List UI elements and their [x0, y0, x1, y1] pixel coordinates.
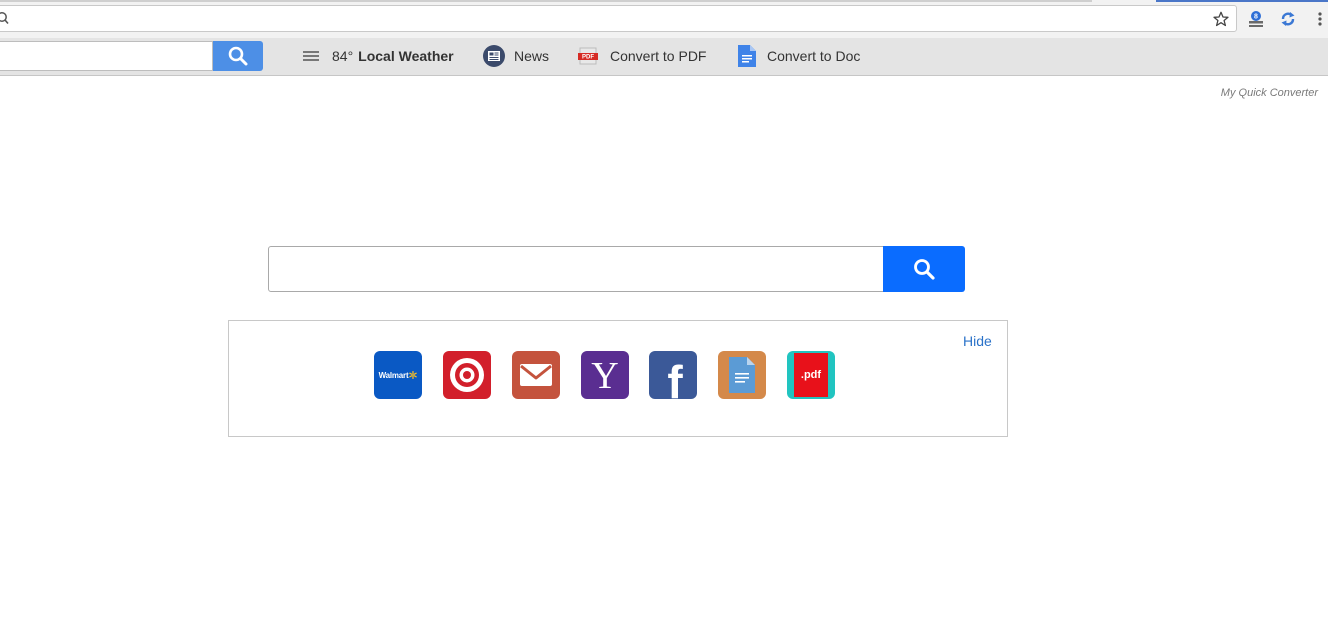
facebook-icon: f — [667, 356, 683, 399]
mail-icon — [520, 364, 552, 386]
brand-name: My Quick Converter — [1220, 87, 1318, 99]
svg-text:PDF: PDF — [582, 55, 594, 61]
pdf-icon-label: .pdf — [800, 369, 822, 381]
yahoo-shortcut[interactable]: Y — [581, 351, 629, 399]
facebook-shortcut[interactable]: f — [649, 351, 697, 399]
weather-icon — [302, 49, 320, 63]
news-icon — [482, 44, 506, 68]
pdf-shortcut[interactable]: .pdf — [787, 351, 835, 399]
docs-shortcut[interactable] — [718, 351, 766, 399]
target-icon — [450, 358, 484, 392]
pdf-icon: .pdf — [794, 353, 828, 397]
toolbar-search-button[interactable] — [213, 41, 263, 71]
pdf-icon: PDF — [578, 47, 599, 65]
extension-icon[interactable]: 8 — [1246, 9, 1266, 29]
bookmark-star-icon[interactable] — [1212, 10, 1230, 28]
yahoo-icon: Y — [591, 355, 619, 397]
weather-temperature: 84° — [332, 48, 354, 64]
sync-icon[interactable] — [1278, 9, 1298, 29]
walmart-shortcut[interactable]: Walmart — [374, 351, 422, 399]
convert-to-pdf-label: Convert to PDF — [610, 48, 707, 64]
svg-text:8: 8 — [1254, 14, 1258, 21]
convert-to-doc-label: Convert to Doc — [767, 48, 861, 64]
document-icon — [737, 44, 757, 68]
search-icon — [914, 259, 935, 280]
tab-strip-edge — [0, 0, 1092, 2]
main-search-button[interactable] — [883, 246, 965, 292]
main-search-input[interactable] — [268, 246, 884, 292]
menu-kebab-icon[interactable] — [1312, 9, 1328, 29]
document-icon — [729, 357, 755, 393]
active-tab-edge — [1156, 0, 1328, 2]
walmart-logo-text: Walmart — [378, 370, 409, 380]
hide-link[interactable]: Hide — [963, 333, 992, 349]
target-shortcut[interactable] — [443, 351, 491, 399]
toolbar-search-input[interactable] — [0, 41, 213, 71]
news-label: News — [514, 48, 550, 64]
news-button[interactable]: News — [482, 41, 549, 71]
address-bar[interactable] — [0, 5, 1237, 32]
search-icon — [228, 46, 248, 66]
gmail-shortcut[interactable] — [512, 351, 560, 399]
search-icon — [0, 11, 11, 30]
convert-to-doc-button[interactable]: Convert to Doc — [737, 41, 860, 71]
weather-button[interactable]: 84° Local Weather — [302, 41, 454, 71]
walmart-icon: Walmart — [379, 371, 418, 380]
convert-to-pdf-button[interactable]: PDF Convert to PDF — [578, 41, 706, 71]
weather-label: Local Weather — [358, 48, 454, 64]
